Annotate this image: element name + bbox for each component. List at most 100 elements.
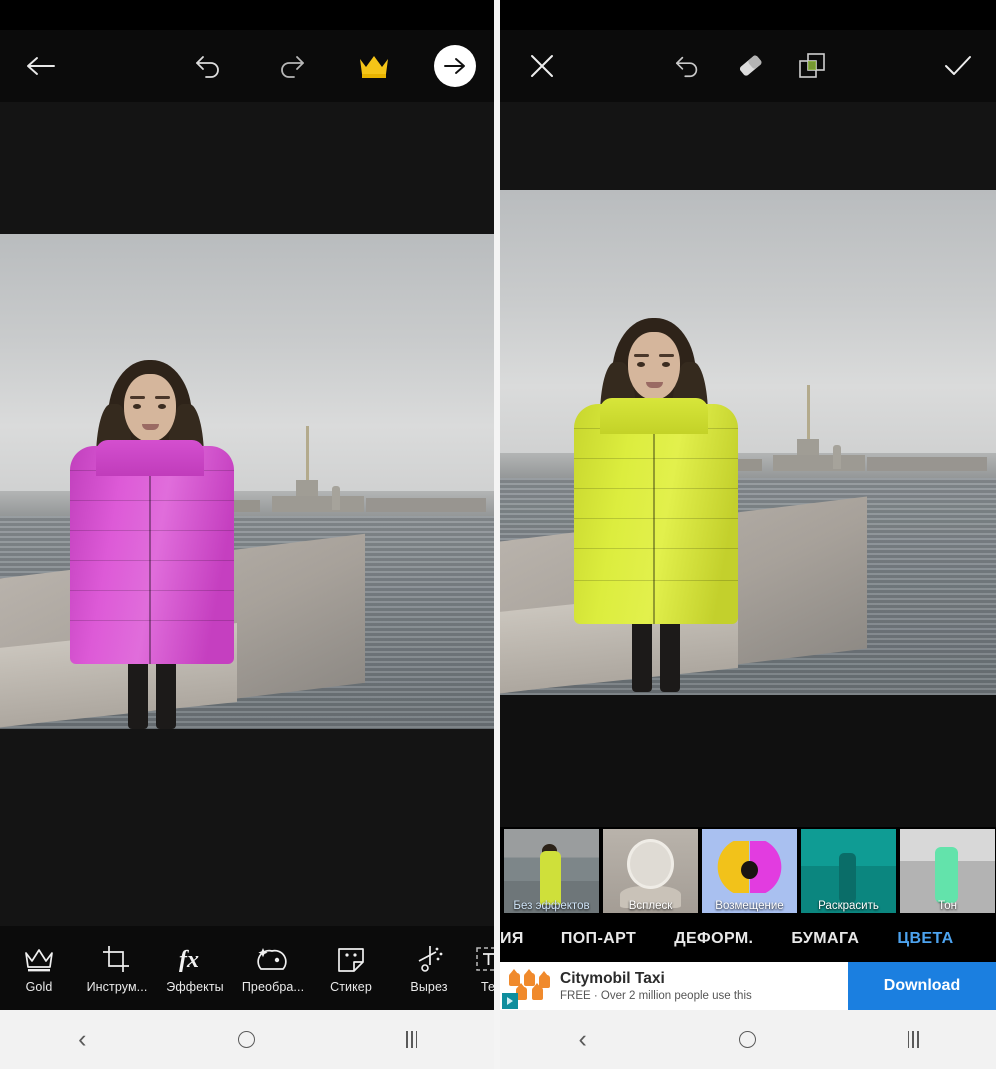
ad-subtitle: FREE · Over 2 million people use this [560,990,752,1002]
left-canvas-bottom-padding [0,729,494,926]
effect-thumb-label: Раскрасить [818,900,879,912]
left-photo-canvas[interactable] [0,234,494,729]
effect-thumb-none[interactable]: Без эффектов [504,829,599,913]
person-brow-right [659,354,674,357]
nav-recents-button[interactable] [886,1020,940,1060]
redo-button[interactable] [270,45,312,87]
person-face [124,374,176,442]
close-x-icon [531,55,553,77]
fx-icon: fx [178,943,212,973]
ad-banner[interactable]: Citymobil Taxi FREE · Over 2 million peo… [500,962,996,1010]
tool-label: Вырез [410,979,448,994]
right-status-bar [500,0,996,30]
undo-icon [196,56,219,78]
nav-back-button[interactable]: ‹ [556,1020,610,1060]
effect-thumb-label: Без эффектов [513,900,590,912]
arrow-left-icon [27,57,55,75]
effect-thumb-tone[interactable]: Тон [900,829,995,913]
tab-colors[interactable]: ЦВЕТА [878,930,972,948]
transform-face-icon [257,943,289,973]
left-android-nav-bar[interactable]: ‹ [0,1010,494,1069]
nav-recents-icon [405,1031,418,1048]
right-photo-canvas[interactable] [500,190,996,695]
effect-thumb-label: Возмещение [715,900,784,912]
fortress-spire [807,385,810,447]
redo-icon [281,56,304,78]
left-status-bar [0,0,494,30]
effect-thumb-replace[interactable]: Возмещение [702,829,797,913]
layers-mask-button[interactable] [792,46,832,86]
person-brow-right [155,396,170,399]
left-canvas-top-padding [0,102,494,234]
thumb-art-figure [540,850,561,905]
tool-sticker[interactable]: Стикер [312,943,390,994]
tool-gold[interactable]: Gold [0,943,78,994]
fortress-dome [332,486,340,510]
premium-gold-button[interactable] [352,45,396,87]
ad-text-block: Citymobil Taxi FREE · Over 2 million peo… [560,962,848,1010]
left-tool-strip[interactable]: Gold Инструм... fx Эффекты Преобра... Ст… [0,926,494,1010]
close-button[interactable] [522,46,562,86]
right-android-nav-bar[interactable]: ‹ [500,1010,996,1069]
nav-back-button[interactable]: ‹ [55,1020,109,1060]
tab-clipped[interactable]: ИЯ [500,930,542,948]
tool-transform[interactable]: Преобра... [234,943,312,994]
nav-back-icon: ‹ [78,1025,87,1053]
effect-thumb-splash[interactable]: Всплеск [603,829,698,913]
person-coat [574,404,738,624]
person-coat-collar [96,440,204,476]
crown-icon [24,943,54,973]
adchoices-badge-icon[interactable] [502,993,518,1009]
person-eye-left [133,404,141,409]
fortress-walls [773,455,865,471]
arrow-right-circle-icon [444,58,465,74]
effect-thumbnail-strip[interactable]: Без эффектов Всплеск Возмещение Раскраси… [500,827,996,915]
tool-label: Инструм... [86,979,148,994]
tool-label: Те [480,979,494,994]
tool-instruments[interactable]: Инструм... [78,943,156,994]
tool-cutout[interactable]: Вырез [390,943,468,994]
person-face [628,332,680,400]
person-eye-right [158,404,166,409]
tool-effects[interactable]: fx Эффекты [156,943,234,994]
undo-button[interactable] [188,45,230,87]
nav-recents-button[interactable] [385,1020,439,1060]
tool-label: Стикер [330,979,372,994]
ad-download-button[interactable]: Download [848,962,996,1010]
tab-deform[interactable]: ДЕФОРМ. [655,930,772,948]
confirm-button[interactable] [937,45,979,87]
gold-crown-icon [360,56,388,78]
effect-thumb-label: Тон [938,900,957,912]
nav-back-icon: ‹ [578,1025,587,1053]
tool-label: Gold [25,979,53,994]
nav-home-icon [739,1031,757,1048]
next-button[interactable] [434,45,476,87]
shoreline-buildings-right [366,498,486,512]
cutout-scissors-icon [414,943,444,973]
back-button[interactable] [20,45,62,87]
orange-map-pins-icon [500,962,560,1010]
eraser-button[interactable] [730,45,772,87]
nav-home-button[interactable] [721,1020,775,1060]
nav-home-icon [238,1031,256,1048]
undo-icon [675,56,698,78]
right-screenshot-panel: Без эффектов Всплеск Возмещение Раскраси… [500,0,996,1069]
svg-text:fx: fx [179,947,199,973]
tab-pop-art[interactable]: ПОП-АРТ [542,930,655,948]
effect-category-tabs[interactable]: ИЯ ПОП-АРТ ДЕФОРМ. БУМАГА ЦВЕТА [500,915,996,962]
fortress-dome [833,445,841,469]
checkmark-icon [945,56,971,75]
layers-mask-icon [799,53,825,78]
right-canvas-bottom-padding [500,695,996,827]
dual-screenshot-container: Gold Инструм... fx Эффекты Преобра... Ст… [0,0,996,1069]
eraser-icon [739,55,762,76]
effect-thumb-colorize[interactable]: Раскрасить [801,829,896,913]
nav-home-button[interactable] [220,1020,274,1060]
undo-button[interactable] [668,46,708,86]
fortress-spire [306,426,309,488]
tool-label: Преобра... [241,979,305,994]
left-screenshot-panel: Gold Инструм... fx Эффекты Преобра... Ст… [0,0,494,1069]
tab-paper[interactable]: БУМАГА [772,930,878,948]
ad-title: Citymobil Taxi [560,970,665,987]
tool-text[interactable]: Те [468,943,494,994]
